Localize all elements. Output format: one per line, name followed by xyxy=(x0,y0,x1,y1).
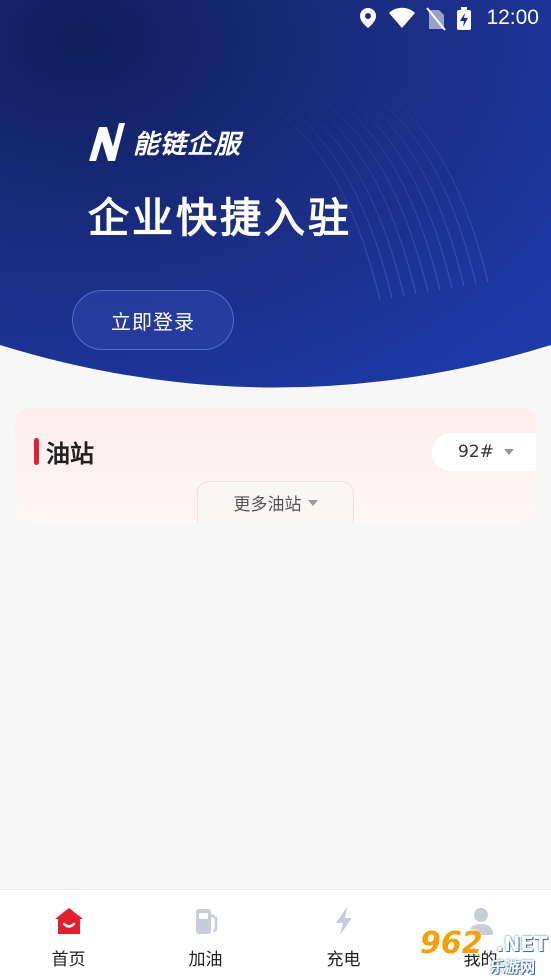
fuel-type-select[interactable]: 92# xyxy=(432,433,536,471)
tab-charging-label: 充电 xyxy=(326,950,361,970)
status-time: 12:00 xyxy=(486,6,539,29)
tab-fuel[interactable]: 加油 xyxy=(137,890,274,979)
watermark-domain: .NET xyxy=(496,932,548,956)
site-watermark: 962 .NET 乐游网 xyxy=(412,926,551,979)
hero-banner: 12:00 能链企服 企业快捷入驻 立即登录 xyxy=(0,0,551,395)
n-logo-icon xyxy=(89,123,125,161)
tab-home-label: 首页 xyxy=(51,950,86,970)
location-icon xyxy=(360,8,376,28)
login-button[interactable]: 立即登录 xyxy=(72,290,234,350)
more-stations-label: 更多油站 xyxy=(233,495,302,515)
tab-fuel-label: 加油 xyxy=(188,950,223,970)
brand-name: 能链企服 xyxy=(133,129,242,160)
hero-title: 企业快捷入驻 xyxy=(88,194,352,242)
fuel-pump-icon xyxy=(195,909,217,934)
brand: 能链企服 xyxy=(87,120,241,164)
caret-down-icon xyxy=(503,449,514,455)
station-card: 油站 92# 更多油站 xyxy=(15,408,536,523)
watermark-site-name: 乐游网 xyxy=(490,958,536,976)
tab-home[interactable]: 首页 xyxy=(0,890,137,979)
more-stations-button[interactable]: 更多油站 xyxy=(197,481,354,523)
caret-down-icon xyxy=(307,499,318,506)
no-sim-icon xyxy=(426,7,446,31)
battery-charging-icon xyxy=(457,7,471,30)
home-icon xyxy=(54,908,83,934)
lightning-icon xyxy=(335,907,352,935)
status-bar: 12:00 xyxy=(0,0,551,38)
section-accent-bar xyxy=(34,438,39,465)
fuel-type-value: 92# xyxy=(458,442,494,462)
wifi-icon xyxy=(389,7,415,28)
tab-charging[interactable]: 充电 xyxy=(275,890,412,979)
station-section-title: 油站 xyxy=(46,440,94,468)
watermark-number: 962 xyxy=(420,926,483,961)
